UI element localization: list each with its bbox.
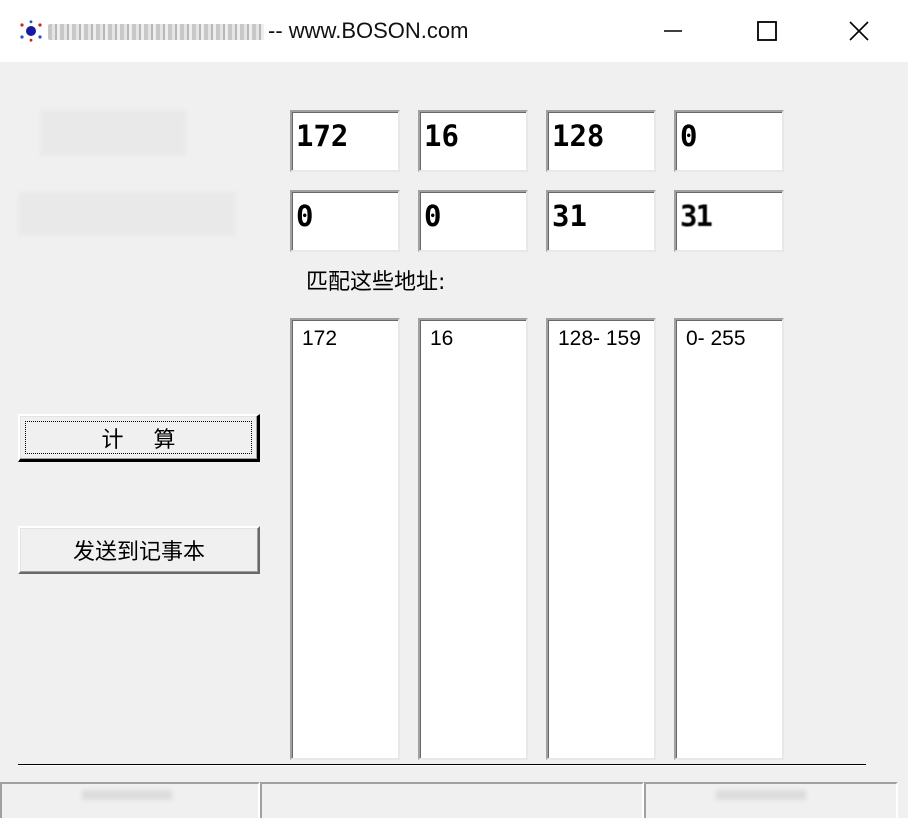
match-addresses-label: 匹配这些地址:	[306, 270, 446, 295]
list-item: 172	[302, 327, 338, 350]
window-title: -- www.BOSON.com	[268, 18, 469, 43]
ip-octet-4-field[interactable]: 0	[674, 110, 784, 172]
close-button[interactable]	[814, 0, 904, 62]
blurred-label-ip	[40, 110, 186, 156]
title-app-name-blurred	[48, 24, 264, 40]
status-pane-right	[644, 782, 898, 818]
blurred-label-mask	[18, 192, 236, 236]
ip-octet-2-field[interactable]: 16	[418, 110, 528, 172]
minimize-icon	[664, 30, 682, 32]
wildcard-octet-1-field[interactable]: 0	[290, 190, 400, 252]
status-pane-middle	[260, 782, 644, 818]
result-list-octet-2[interactable]: 16	[418, 318, 528, 760]
title-bar[interactable]: -- www.BOSON.com	[0, 0, 908, 62]
send-to-notepad-label: 发送到记事本	[72, 540, 205, 565]
minimize-button[interactable]	[628, 0, 718, 62]
list-item: 0- 255	[686, 327, 746, 350]
close-icon	[849, 21, 869, 41]
status-pane-left	[0, 782, 260, 818]
result-list-octet-4[interactable]: 0- 255	[674, 318, 784, 760]
wildcard-octet-3-field[interactable]: 31	[546, 190, 656, 252]
ip-octet-1-field[interactable]: 172	[290, 110, 400, 172]
separator-line	[18, 764, 866, 766]
calculate-button-label: 计算	[101, 427, 206, 453]
maximize-button[interactable]	[722, 0, 812, 62]
app-icon	[20, 20, 42, 42]
ip-octet-3-field[interactable]: 128	[546, 110, 656, 172]
result-list-octet-1[interactable]: 172	[290, 318, 400, 760]
calculate-button[interactable]: 计算	[18, 414, 260, 462]
send-to-notepad-button[interactable]: 发送到记事本	[18, 526, 260, 574]
list-item: 16	[430, 327, 454, 350]
wildcard-octet-4-field[interactable]: 31	[674, 190, 784, 252]
maximize-icon	[757, 21, 777, 41]
list-item: 128- 159	[558, 327, 641, 350]
result-list-octet-3[interactable]: 128- 159	[546, 318, 656, 760]
wildcard-octet-2-field[interactable]: 0	[418, 190, 528, 252]
